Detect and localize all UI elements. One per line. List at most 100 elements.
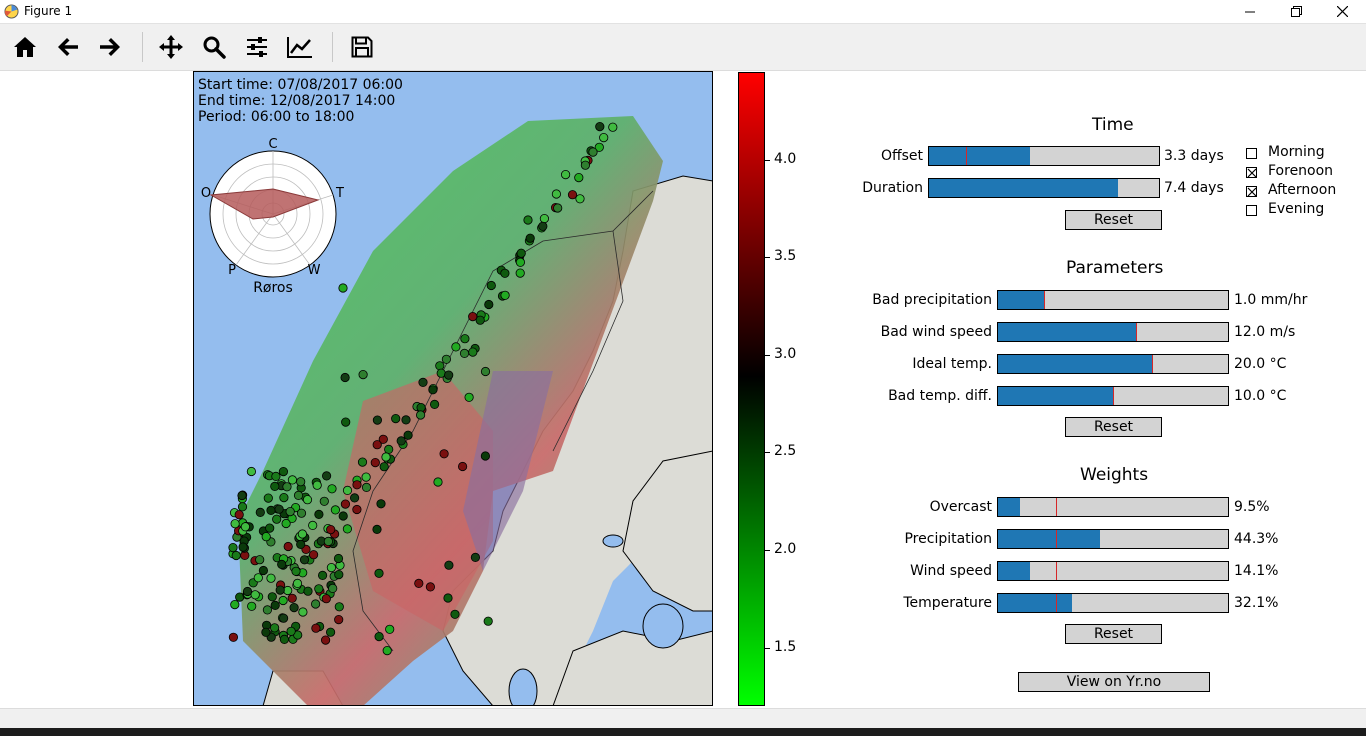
station-marker (299, 555, 310, 565)
weights-reset-button[interactable]: Reset (1065, 624, 1162, 644)
colorbar-tick-label: 3.5 (774, 248, 797, 265)
status-bar (0, 708, 1366, 729)
station-marker (333, 553, 344, 564)
weight-slider[interactable] (997, 593, 1229, 613)
weight-slider[interactable] (997, 529, 1229, 549)
duration-value: 7.4 days (1164, 180, 1224, 196)
time-of-day-checkbox[interactable] (1246, 167, 1257, 178)
station-marker (464, 392, 474, 402)
time-of-day-checkbox[interactable] (1246, 205, 1257, 216)
start-time-text: Start time: 07/08/2017 06:00 (198, 77, 403, 93)
lake (508, 668, 538, 706)
station-marker (338, 283, 348, 293)
station-marker (287, 475, 298, 485)
station-marker (468, 347, 478, 357)
polar-label-o: O (201, 186, 211, 201)
station-marker (574, 173, 584, 183)
parameter-slider-marker (1136, 323, 1137, 341)
window-title: Figure 1 (24, 4, 73, 18)
parameter-slider[interactable] (997, 290, 1229, 310)
station-marker (314, 584, 324, 594)
save-button[interactable] (346, 31, 378, 63)
time-of-day-checkbox[interactable] (1246, 148, 1257, 159)
parameter-slider[interactable] (997, 354, 1229, 374)
offset-slider-marker (965, 147, 967, 165)
polar-label-p: P (228, 263, 236, 278)
station-marker (414, 578, 424, 589)
station-marker (352, 504, 362, 515)
weight-slider-fill (998, 594, 1072, 612)
weight-slider[interactable] (997, 561, 1229, 581)
duration-slider[interactable] (928, 178, 1160, 198)
station-marker (281, 518, 291, 529)
time-of-day-label: Evening (1268, 201, 1325, 217)
checkmark-icon (1247, 168, 1257, 178)
station-marker (297, 529, 308, 539)
station-marker (416, 410, 426, 420)
station-marker (428, 385, 438, 395)
restore-button[interactable] (1273, 0, 1319, 23)
station-marker (237, 502, 248, 512)
map-plot[interactable]: Start time: 07/08/2017 06:00 End time: 1… (193, 71, 713, 706)
configure-subplots-button[interactable] (241, 31, 273, 63)
station-marker (321, 635, 331, 645)
configure-subplots-icon (247, 37, 267, 57)
parameter-slider[interactable] (997, 322, 1229, 342)
offset-slider-fill (929, 147, 1031, 165)
close-icon (1336, 6, 1348, 17)
station-marker (372, 415, 382, 425)
minimize-icon (1245, 11, 1255, 12)
station-marker (374, 631, 384, 642)
time-reset-button[interactable]: Reset (1065, 210, 1162, 230)
parameter-slider[interactable] (997, 386, 1229, 406)
home-button[interactable] (9, 31, 41, 63)
time-heading: Time (1092, 115, 1134, 135)
station-marker (480, 366, 491, 377)
back-button[interactable] (52, 31, 84, 63)
station-marker (287, 593, 297, 603)
parameter-label: Bad temp. diff. (888, 388, 992, 404)
colorbar-tick-label: 2.5 (774, 443, 797, 460)
forward-button[interactable] (94, 31, 126, 63)
station-marker (326, 562, 336, 573)
weight-slider-marker (1055, 594, 1057, 612)
station-marker (372, 524, 382, 534)
station-marker (242, 586, 253, 597)
station-marker (237, 490, 247, 501)
station-marker (525, 233, 535, 243)
station-marker (435, 361, 445, 371)
colorbar-tick-label: 4.0 (774, 150, 797, 167)
station-marker (326, 627, 336, 637)
edit-axis-button[interactable] (284, 31, 316, 63)
offset-slider[interactable] (928, 146, 1160, 166)
station-marker (396, 436, 406, 446)
weight-label: Wind speed (910, 563, 992, 579)
station-marker (293, 490, 304, 500)
station-marker (457, 461, 468, 472)
station-marker (311, 599, 321, 609)
view-on-yr-button[interactable]: View on Yr.no (1018, 672, 1210, 692)
station-marker (361, 482, 372, 492)
station-marker (330, 505, 340, 515)
time-of-day-checkbox[interactable] (1246, 186, 1257, 197)
weight-slider-marker (1055, 530, 1057, 548)
parameter-slider-marker (1152, 355, 1154, 373)
weight-slider[interactable] (997, 497, 1229, 517)
station-marker (283, 541, 293, 552)
station-marker (270, 481, 280, 491)
colorbar-tick (765, 452, 770, 454)
station-marker (460, 334, 470, 344)
minimize-button[interactable] (1227, 0, 1273, 23)
parameters-heading: Parameters (1066, 258, 1164, 278)
station-marker (385, 624, 395, 634)
pan-button[interactable] (155, 31, 187, 63)
station-marker (515, 268, 525, 278)
zoom-button[interactable] (198, 31, 230, 63)
parameters-reset-button[interactable]: Reset (1065, 417, 1162, 437)
station-marker (255, 507, 265, 517)
station-marker (352, 480, 362, 490)
station-marker (334, 602, 344, 612)
station-marker (374, 568, 384, 578)
close-button[interactable] (1319, 0, 1365, 23)
station-marker (357, 457, 368, 467)
